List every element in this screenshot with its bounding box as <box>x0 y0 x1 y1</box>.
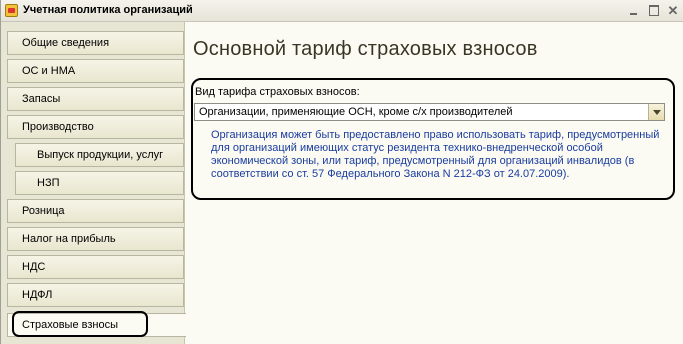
tab-profit-tax[interactable]: Налог на прибыль <box>7 227 184 251</box>
tab-personal-income-tax[interactable]: НДФЛ <box>7 283 184 307</box>
tab-inventory[interactable]: Запасы <box>7 87 184 111</box>
tariff-label: Вид тарифа страховых взносов: <box>195 86 360 98</box>
chevron-down-icon[interactable] <box>648 104 664 120</box>
tab-retail[interactable]: Розница <box>7 199 184 223</box>
tab-vat[interactable]: НДС <box>7 255 184 279</box>
tab-general[interactable]: Общие сведения <box>7 31 184 55</box>
tab-fixed-assets[interactable]: ОС и НМА <box>7 59 184 83</box>
tariff-info-text: Организация может быть предоставлено пра… <box>211 129 660 180</box>
app-icon <box>5 4 18 17</box>
tab-production[interactable]: Производство <box>7 115 184 139</box>
tab-insurance-contributions[interactable]: Страховые взносы <box>7 313 186 337</box>
minimize-icon[interactable] <box>625 2 643 19</box>
tariff-select-value: Организации, применяющие ОСН, кроме с/х … <box>199 106 513 118</box>
tab-wip[interactable]: НЗП <box>15 171 184 195</box>
tab-product-output[interactable]: Выпуск продукции, услуг <box>15 143 184 167</box>
title-bar[interactable]: Учетная политика организаций ✕ <box>1 0 683 22</box>
maximize-icon[interactable] <box>645 2 663 19</box>
close-icon[interactable]: ✕ <box>664 2 682 19</box>
app-window: Учетная политика организаций ✕ Общие све… <box>0 0 683 344</box>
tariff-select[interactable]: Организации, применяющие ОСН, кроме с/х … <box>194 103 665 121</box>
page-title: Основной тариф страховых взносов <box>193 38 538 60</box>
window-title: Учетная политика организаций <box>23 4 193 16</box>
tabs-panel: Общие сведения ОС и НМА Запасы Производс… <box>1 22 186 344</box>
